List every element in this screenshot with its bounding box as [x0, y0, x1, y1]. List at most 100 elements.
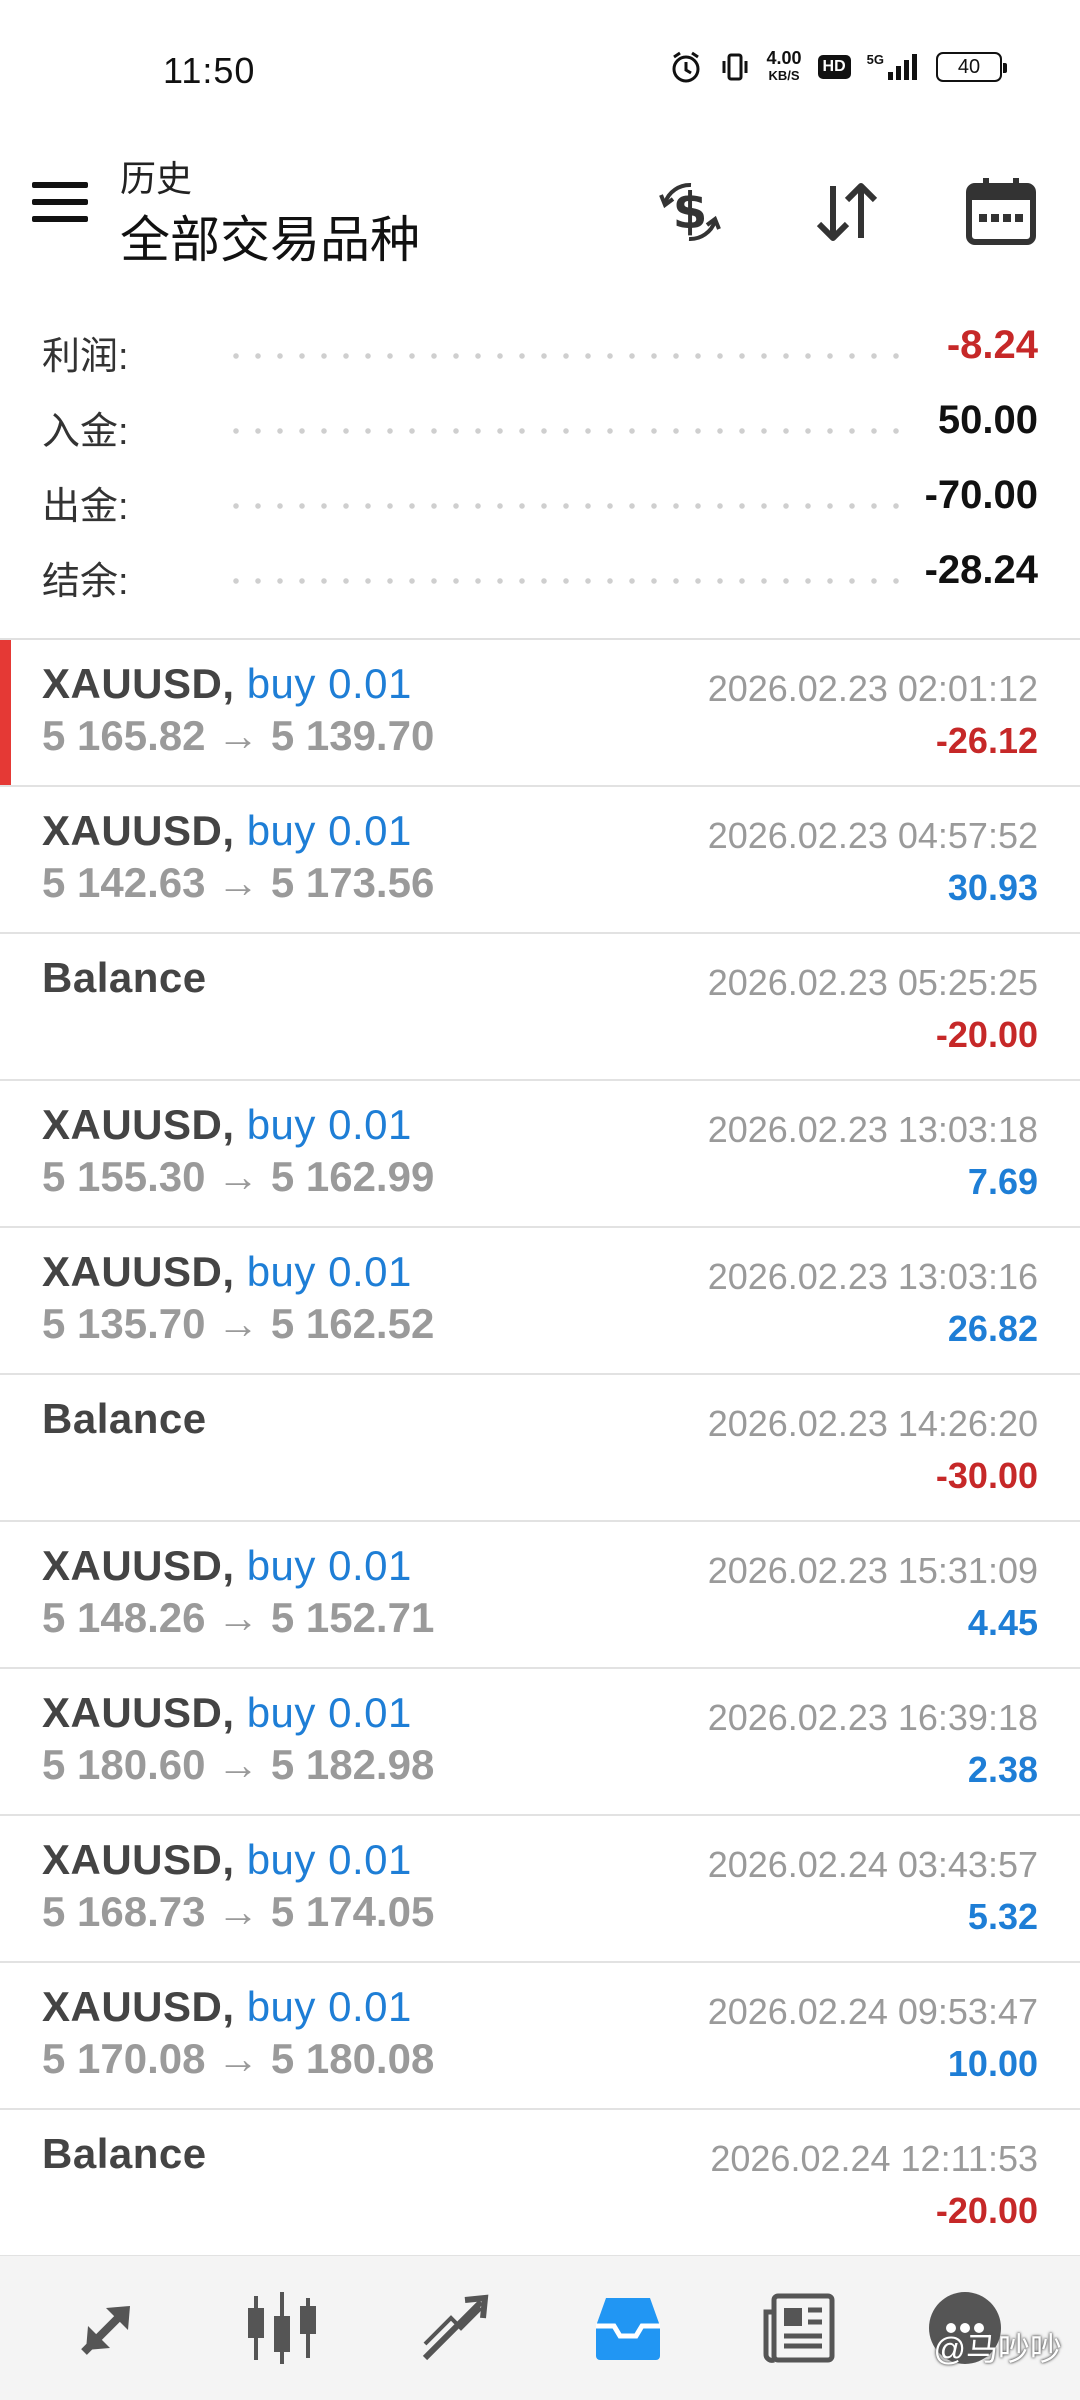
deal-prices: 5 135.70 → 5 162.52: [42, 1300, 435, 1347]
symbol-label: XAUUSD,: [42, 1689, 235, 1736]
nav-history[interactable]: [578, 2278, 678, 2378]
deal-profit: 30.93: [947, 867, 1038, 908]
deal-row[interactable]: XAUUSD, buy 0.01 5 180.60 → 5 182.98 2026.…: [0, 1669, 1080, 1816]
battery-icon: 40: [936, 52, 1007, 82]
deal-profit: 26.82: [947, 1308, 1038, 1349]
history-icon: [596, 2298, 660, 2360]
dotted-leader: [225, 428, 900, 434]
deal-type: buy 0.01: [246, 1542, 412, 1589]
symbol-label: XAUUSD,: [42, 1836, 235, 1883]
deal-time: 2026.02.23 13:03:18: [707, 1109, 1038, 1150]
deal-symbol: Balance: [42, 1395, 207, 1443]
balance-row[interactable]: Balance 2026.02.24 12:11:53 -20.00: [0, 2110, 1080, 2257]
summary-row-deposit: 入金: 50.00: [0, 390, 1080, 465]
vibrate-icon: [719, 51, 751, 83]
deal-type: buy 0.01: [246, 1983, 412, 2030]
symbol-label: Balance: [42, 1395, 207, 1442]
page-title[interactable]: 全部交易品种: [120, 200, 420, 272]
deal-row[interactable]: XAUUSD, buy 0.01 5 170.08 → 5 180.08 2026.…: [0, 1963, 1080, 2110]
deal-row[interactable]: XAUUSD, buy 0.01 5 155.30 → 5 162.99 2026.…: [0, 1081, 1080, 1228]
nav-chart[interactable]: [232, 2278, 332, 2378]
sort-arrows-icon: [816, 183, 878, 241]
deal-symbol: XAUUSD, buy 0.01: [42, 1836, 412, 1884]
summary-value: 50.00: [937, 398, 1038, 442]
nav-trade[interactable]: [405, 2278, 505, 2378]
deal-row[interactable]: XAUUSD, buy 0.01 5 165.82 → 5 139.70 2026.…: [0, 640, 1080, 787]
summary-label: 出金:: [42, 486, 129, 528]
currency-switch-button[interactable]: $: [648, 170, 732, 254]
deal-profit: -20.00: [935, 2190, 1038, 2231]
symbol-label: Balance: [42, 954, 207, 1001]
deal-symbol: Balance: [42, 954, 207, 1002]
nav-quotes[interactable]: [58, 2278, 158, 2378]
menu-icon[interactable]: [32, 182, 88, 238]
summary-label: 结余:: [42, 561, 129, 603]
summary-panel: 利润: -8.24 入金: 50.00 出金: -70.00 结余: -28.2…: [0, 315, 1080, 615]
symbol-label: XAUUSD,: [42, 1983, 235, 2030]
sort-button[interactable]: [805, 170, 889, 254]
trade-trend-icon: [422, 2294, 489, 2361]
deal-profit: 2.38: [967, 1749, 1038, 1790]
symbol-label: XAUUSD,: [42, 660, 235, 707]
dotted-leader: [225, 353, 900, 359]
status-icons: 4.00 KB/S HD 5G 40: [669, 49, 1007, 84]
candlestick-chart-icon: [248, 2292, 316, 2364]
deal-time: 2026.02.23 05:25:25: [707, 962, 1038, 1003]
deal-prices: 5 155.30 → 5 162.99: [42, 1153, 435, 1200]
deal-prices: 5 180.60 → 5 182.98: [42, 1741, 435, 1788]
balance-row[interactable]: Balance 2026.02.23 05:25:25 -20.00: [0, 934, 1080, 1081]
deal-row[interactable]: XAUUSD, buy 0.01 5 135.70 → 5 162.52 2026.…: [0, 1228, 1080, 1375]
deal-symbol: XAUUSD, buy 0.01: [42, 1689, 412, 1737]
bottom-navigation: @马吵吵: [0, 2255, 1080, 2400]
deal-time: 2026.02.23 02:01:12: [707, 668, 1038, 709]
deal-time: 2026.02.24 12:11:53: [710, 2138, 1038, 2179]
signal-icon: 5G: [867, 52, 920, 82]
deal-row[interactable]: XAUUSD, buy 0.01 5 168.73 → 5 174.05 2026.…: [0, 1816, 1080, 1963]
summary-row-profit: 利润: -8.24: [0, 315, 1080, 390]
symbol-label: Balance: [42, 2130, 207, 2177]
dotted-leader: [225, 503, 900, 509]
symbol-label: XAUUSD,: [42, 1542, 235, 1589]
deal-type: buy 0.01: [246, 1101, 412, 1148]
deal-prices: 5 142.63 → 5 173.56: [42, 859, 435, 906]
alarm-icon: [669, 50, 703, 84]
summary-label: 入金:: [42, 411, 129, 453]
deal-profit: 10.00: [947, 2043, 1038, 2084]
deal-time: 2026.02.23 04:57:52: [707, 815, 1038, 856]
deal-prices: 5 168.73 → 5 174.05: [42, 1888, 435, 1935]
deal-type: buy 0.01: [246, 1248, 412, 1295]
deal-time: 2026.02.23 14:26:20: [707, 1403, 1038, 1444]
nav-news[interactable]: [750, 2278, 850, 2378]
calendar-button[interactable]: [959, 170, 1043, 254]
deal-symbol: XAUUSD, buy 0.01: [42, 1542, 412, 1590]
hd-badge: HD: [817, 55, 851, 79]
status-bar: 11:50 4.00 KB/S HD 5G 40: [0, 0, 1080, 140]
deal-profit: 7.69: [967, 1161, 1038, 1202]
deal-profit: -26.12: [935, 720, 1038, 761]
deal-row[interactable]: XAUUSD, buy 0.01 5 142.63 → 5 173.56 2026.…: [0, 787, 1080, 934]
symbol-label: XAUUSD,: [42, 807, 235, 854]
deal-prices: 5 148.26 → 5 152.71: [42, 1594, 435, 1641]
deal-profit: -30.00: [935, 1455, 1038, 1496]
deal-symbol: Balance: [42, 2130, 207, 2178]
summary-row-balance: 结余: -28.24: [0, 540, 1080, 615]
svg-text:$: $: [673, 182, 708, 240]
deal-profit: 4.45: [967, 1602, 1038, 1643]
calendar-icon: [966, 178, 1036, 245]
summary-value: -70.00: [924, 473, 1038, 517]
deal-time: 2026.02.23 13:03:16: [707, 1256, 1038, 1297]
news-icon: [763, 2293, 835, 2363]
deal-time: 2026.02.24 03:43:57: [707, 1844, 1038, 1885]
deal-symbol: XAUUSD, buy 0.01: [42, 807, 412, 855]
balance-row[interactable]: Balance 2026.02.23 14:26:20 -30.00: [0, 1375, 1080, 1522]
deal-row[interactable]: XAUUSD, buy 0.01 5 148.26 → 5 152.71 2026.…: [0, 1522, 1080, 1669]
deal-type: buy 0.01: [246, 660, 412, 707]
summary-value: -28.24: [924, 548, 1038, 592]
status-time: 11:50: [163, 50, 256, 91]
deal-symbol: XAUUSD, buy 0.01: [42, 660, 412, 708]
deal-prices: 5 170.08 → 5 180.08: [42, 2035, 435, 2082]
deal-type: buy 0.01: [246, 1836, 412, 1883]
quotes-icon: [81, 2306, 130, 2355]
page-subtitle: 历史: [120, 158, 193, 199]
deal-symbol: XAUUSD, buy 0.01: [42, 1101, 412, 1149]
